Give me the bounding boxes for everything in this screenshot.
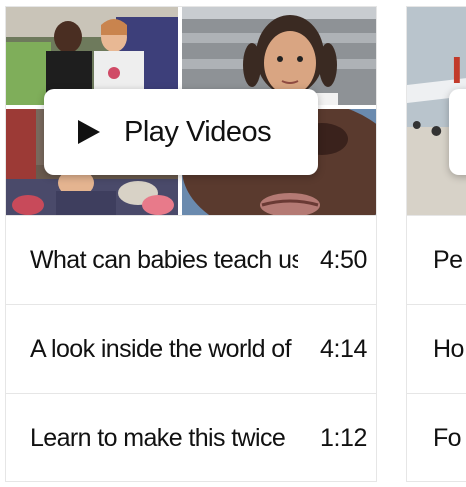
video-duration: 4:14 bbox=[319, 334, 367, 363]
video-carousel: Play Videos What can babies teach us 4:5… bbox=[0, 0, 466, 487]
video-title: Learn to make this twice bbox=[30, 423, 286, 452]
next-play-button-edge[interactable] bbox=[449, 89, 466, 175]
video-duration: 1:12 bbox=[319, 423, 367, 452]
next-video-item[interactable]: Ho bbox=[407, 304, 466, 393]
video-list-item[interactable]: What can babies teach us 4:50 bbox=[6, 215, 376, 304]
video-list: What can babies teach us 4:50 A look ins… bbox=[6, 215, 376, 481]
video-duration: 4:50 bbox=[319, 245, 367, 274]
video-title: What can babies teach us bbox=[30, 245, 298, 274]
video-list-item[interactable]: A look inside the world of 4:14 bbox=[6, 304, 376, 393]
video-title: A look inside the world of bbox=[30, 334, 292, 363]
playlist-thumbnail-mosaic[interactable]: Play Videos bbox=[6, 7, 376, 215]
play-icon bbox=[78, 120, 100, 144]
play-videos-label: Play Videos bbox=[124, 115, 272, 148]
video-list-item[interactable]: Learn to make this twice 1:12 bbox=[6, 393, 376, 481]
play-videos-button[interactable]: Play Videos bbox=[44, 89, 318, 175]
next-playlist-card[interactable]: Pe Ho Fo bbox=[406, 6, 466, 482]
next-video-item[interactable]: Pe bbox=[407, 215, 466, 304]
next-video-item[interactable]: Fo bbox=[407, 393, 466, 481]
video-playlist-card: Play Videos What can babies teach us 4:5… bbox=[5, 6, 377, 482]
next-playlist-thumbnail[interactable] bbox=[407, 7, 466, 215]
